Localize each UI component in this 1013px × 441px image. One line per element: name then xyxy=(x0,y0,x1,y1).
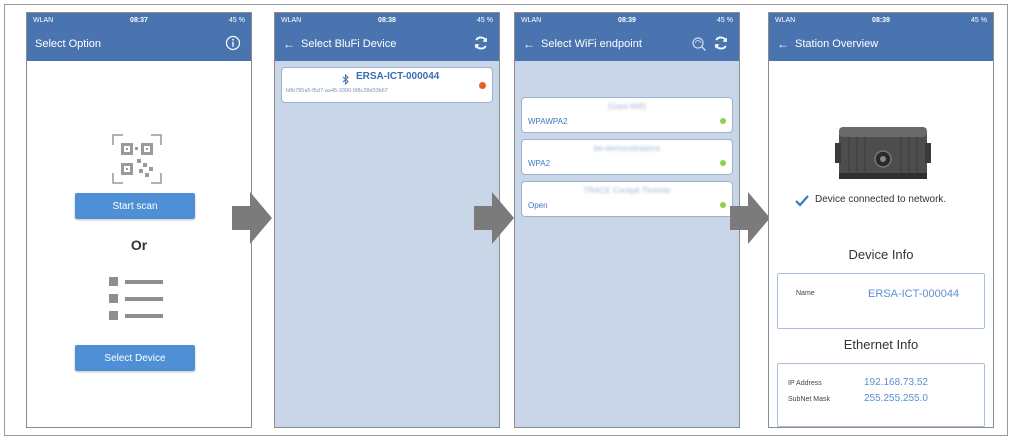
status-battery: 45 % xyxy=(971,16,987,24)
wifi-item[interactable]: be-demonstrations WPA2 xyxy=(521,139,733,175)
status-bar: WLAN 08:38 45 % xyxy=(275,13,499,27)
wifi-security: WPA2 xyxy=(528,159,551,168)
status-dot xyxy=(479,82,486,89)
page-title: Select WiFi endpoint xyxy=(541,38,642,50)
or-label: Or xyxy=(130,237,148,253)
signal-dot xyxy=(720,160,726,166)
device-info-box: Name ERSA-ICT-000044 xyxy=(777,273,985,329)
device-name: ERSA-ICT-000044 xyxy=(356,71,440,82)
start-scan-button[interactable]: Start scan xyxy=(75,193,195,219)
status-time: 08:39 xyxy=(872,16,890,24)
list-icon[interactable] xyxy=(107,275,167,328)
status-time: 08:39 xyxy=(618,16,636,24)
device-list: ERSA-ICT-000044 b8b785a5-f5d7-aa45-3390-… xyxy=(275,61,499,427)
phone-screen-select-wifi: WLAN 08:39 45 % ← Select WiFi endpoint (… xyxy=(514,12,740,428)
name-label: Name xyxy=(796,290,815,297)
status-battery: 45 % xyxy=(477,16,493,24)
app-bar: Select Option xyxy=(27,27,251,61)
back-arrow-icon[interactable]: ← xyxy=(283,37,295,51)
ip-address-value: 192.168.73.52 xyxy=(864,377,928,388)
phone-screen-select-blufi: WLAN 08:38 45 % ← Select BluFi Device ER… xyxy=(274,12,500,428)
status-bar: WLAN 08:39 45 % xyxy=(769,13,993,27)
wifi-ssid: be-demonstrations xyxy=(593,144,661,153)
check-icon xyxy=(795,194,809,212)
main-content: Start scan Or Select Device xyxy=(27,61,251,427)
connected-message: Device connected to network. xyxy=(815,194,947,205)
subnet-mask-label: SubNet Mask xyxy=(788,396,831,403)
wifi-list: (Gast-Wifi) WPAWPA2 be-demonstrations WP… xyxy=(515,61,739,427)
subnet-mask-value: 255.255.255.0 xyxy=(864,393,928,404)
ethernet-info-box: IP Address 192.168.73.52 SubNet Mask 255… xyxy=(777,363,985,427)
page-title: Station Overview xyxy=(795,38,879,50)
search-wifi-icon[interactable] xyxy=(691,36,707,55)
qr-code-icon[interactable] xyxy=(111,133,163,190)
device-info-title: Device Info xyxy=(848,247,914,262)
arrow-right-icon xyxy=(730,192,770,249)
phone-screen-select-option: WLAN 08:37 45 % Select Option Start scan… xyxy=(26,12,252,428)
select-device-button[interactable]: Select Device xyxy=(75,345,195,371)
ip-address-label: IP Address xyxy=(788,380,822,387)
status-time: 08:37 xyxy=(130,16,148,24)
arrow-right-icon xyxy=(474,192,514,249)
status-bar: WLAN 08:39 45 % xyxy=(515,13,739,27)
arrow-right-icon xyxy=(232,192,272,249)
name-value: ERSA-ICT-000044 xyxy=(868,288,960,300)
status-battery: 45 % xyxy=(717,16,733,24)
wifi-item[interactable]: TRACE Cockpit Thomas Open xyxy=(521,181,733,217)
device-id: b8b785a5-f5d7-aa45-3390-5f8c28d33b67 xyxy=(286,88,388,94)
signal-dot xyxy=(720,118,726,124)
status-time: 08:38 xyxy=(378,16,396,24)
info-icon[interactable] xyxy=(225,35,241,54)
ethernet-info-title: Ethernet Info xyxy=(843,337,919,352)
device-card[interactable]: ERSA-ICT-000044 b8b785a5-f5d7-aa45-3390-… xyxy=(281,67,493,103)
refresh-icon[interactable] xyxy=(473,35,489,54)
page-title: Select BluFi Device xyxy=(301,38,397,50)
phone-screen-station-overview: WLAN 08:39 45 % ← Station Overview Devic… xyxy=(768,12,994,428)
wifi-security: WPAWPA2 xyxy=(528,117,568,126)
app-bar: ← Select WiFi endpoint xyxy=(515,27,739,61)
wifi-item[interactable]: (Gast-Wifi) WPAWPA2 xyxy=(521,97,733,133)
device-image xyxy=(833,119,933,194)
wifi-ssid: (Gast-Wifi) xyxy=(607,102,647,111)
status-battery: 45 % xyxy=(229,16,245,24)
wifi-security: Open xyxy=(528,201,548,210)
page-title: Select Option xyxy=(35,38,102,50)
back-arrow-icon[interactable]: ← xyxy=(523,37,535,51)
station-content: Device connected to network. Device Info… xyxy=(769,61,993,427)
app-bar: ← Station Overview xyxy=(769,27,993,61)
back-arrow-icon[interactable]: ← xyxy=(777,37,789,51)
signal-dot xyxy=(720,202,726,208)
status-bar: WLAN 08:37 45 % xyxy=(27,13,251,27)
refresh-icon[interactable] xyxy=(713,35,729,54)
app-bar: ← Select BluFi Device xyxy=(275,27,499,61)
wifi-ssid: TRACE Cockpit Thomas xyxy=(583,186,671,195)
